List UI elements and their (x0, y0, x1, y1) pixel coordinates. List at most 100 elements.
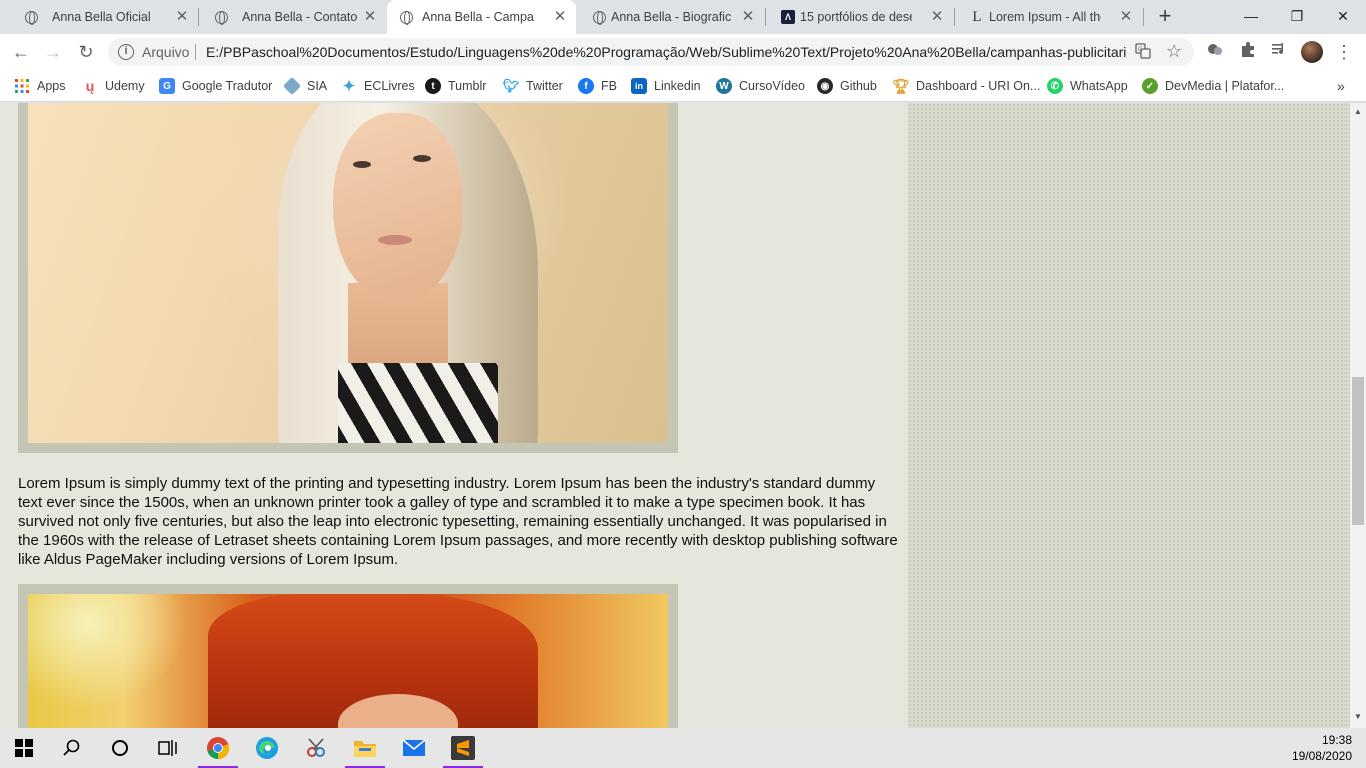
tab-anna-bella-contato[interactable]: Anna Bella - Contato ✕ (198, 0, 387, 34)
task-view-icon (158, 740, 177, 756)
bookmark-label: Apps (37, 79, 66, 93)
back-button[interactable]: ← (9, 40, 33, 64)
bookmark-label: Github (840, 79, 877, 93)
file-explorer-taskbar-button[interactable] (341, 728, 389, 768)
tab-lorem-ipsum[interactable]: L Lorem Ipsum - All the facts ✕ (954, 0, 1143, 34)
facebook-icon: f (578, 78, 594, 94)
bookmark-devmedia[interactable]: ✓ DevMedia | Platafor... (1142, 77, 1284, 95)
bookmark-eclivres[interactable]: ✦ ECLivres (341, 77, 415, 95)
search-button[interactable] (48, 728, 96, 768)
more-bookmarks-button[interactable]: » (1337, 77, 1345, 95)
globe-icon (24, 10, 38, 25)
system-clock[interactable]: 19:38 19/08/2020 (1290, 732, 1352, 764)
tab-title: Anna Bella - Campanhas (422, 10, 534, 24)
restore-button[interactable]: ❐ (1274, 2, 1320, 30)
bookmark-star-icon[interactable]: ☆ (1166, 41, 1182, 62)
campaign-photo-redhead-woman (28, 594, 668, 728)
uri-icon: 🏆︎ (892, 77, 910, 94)
url-text[interactable]: E:/PBPaschoal%20Documentos/Estudo/Lingua… (206, 44, 1126, 60)
sublime-text-taskbar-button[interactable] (439, 728, 487, 768)
bookmark-label: FB (601, 79, 617, 93)
bookmark-uri-dashboard[interactable]: 🏆︎ Dashboard - URI On... (892, 77, 1040, 95)
extension-icon[interactable] (1203, 40, 1227, 64)
puzzle-extensions-icon[interactable] (1236, 40, 1260, 64)
close-icon[interactable]: ✕ (929, 9, 945, 25)
lipsum-icon: L (972, 8, 982, 25)
apps-grid-icon (14, 78, 30, 94)
photo-eye (353, 161, 371, 168)
tab-strip: Anna Bella Oficial ✕ Anna Bella - Contat… (0, 0, 1366, 34)
close-icon[interactable]: ✕ (174, 9, 190, 25)
task-view-button[interactable] (144, 728, 192, 768)
bookmark-udemy[interactable]: ų Udemy (82, 77, 145, 95)
wordpress-icon: W (716, 78, 732, 94)
omnibox-separator (195, 44, 196, 60)
bookmark-sia[interactable]: SIA (282, 76, 328, 96)
github-icon: ◉ (817, 78, 833, 94)
tab-separator (1143, 8, 1144, 26)
bookmark-github[interactable]: ◉ Github (817, 77, 877, 95)
tab-anna-bella-biografica[interactable]: Anna Bella - Biografica ✕ (576, 0, 765, 34)
chrome-taskbar-button[interactable] (194, 728, 242, 768)
bookmark-twitter[interactable]: 🐦︎ Twitter (503, 77, 563, 95)
bookmark-whatsapp[interactable]: ✆ WhatsApp (1047, 77, 1128, 95)
globe-icon (399, 10, 413, 25)
tab-title: 15 portfólios de desenvolvedores (800, 10, 912, 24)
close-icon[interactable]: ✕ (1118, 9, 1134, 25)
info-icon[interactable]: i (118, 44, 134, 60)
close-icon[interactable]: ✕ (740, 9, 756, 25)
close-icon[interactable]: ✕ (362, 9, 378, 25)
bookmark-google-tradutor[interactable]: G Google Tradutor (159, 77, 272, 95)
translate-icon[interactable]: G (1134, 43, 1152, 61)
vertical-scrollbar[interactable]: ▲ ▼ (1350, 103, 1366, 728)
bookmark-label: Google Tradutor (182, 79, 273, 93)
photo-lips (378, 235, 412, 245)
photo-face (333, 113, 463, 303)
folder-icon (354, 741, 376, 757)
media-control-icon[interactable] (1267, 40, 1291, 64)
tab-title: Lorem Ipsum - All the facts (989, 10, 1101, 24)
cortana-circle-icon (112, 740, 128, 756)
sublime-text-icon (451, 736, 475, 760)
scroll-up-arrow-icon[interactable]: ▲ (1354, 107, 1362, 116)
bookmark-label: WhatsApp (1070, 79, 1128, 93)
bookmark-label: CursoVídeo (739, 79, 806, 93)
edge-taskbar-button[interactable] (243, 728, 291, 768)
windows-icon (15, 739, 33, 757)
campaign-photo-blonde-woman (28, 103, 668, 443)
bookmark-apps[interactable]: Apps (14, 77, 66, 95)
bookmark-cursovideo[interactable]: W CursoVídeo (716, 77, 805, 95)
clock-date: 19/08/2020 (1291, 749, 1352, 763)
globe-icon (214, 10, 228, 25)
forward-button[interactable]: → (41, 40, 65, 64)
clock-time: 19:38 (1321, 733, 1352, 747)
bookmark-linkedin[interactable]: in Linkedin (631, 77, 701, 95)
cortana-button[interactable] (96, 728, 144, 768)
campaign-photo-frame (18, 584, 678, 728)
close-icon[interactable]: ✕ (552, 9, 568, 25)
bookmark-tumblr[interactable]: t Tumblr (425, 77, 486, 95)
snipping-tool-taskbar-button[interactable] (292, 728, 340, 768)
minimize-button[interactable]: — (1228, 2, 1274, 30)
bookmark-label: DevMedia | Platafor... (1165, 79, 1285, 93)
mail-taskbar-button[interactable] (390, 728, 438, 768)
tab-portfolios[interactable]: Λ 15 portfólios de desenvolvedores ✕ (765, 0, 954, 34)
page-viewport: Lorem Ipsum is simply dummy text of the … (0, 103, 1350, 728)
whatsapp-icon: ✆ (1047, 78, 1063, 94)
scheme-label: Arquivo (142, 44, 190, 60)
new-tab-button[interactable]: + (1155, 5, 1175, 27)
close-window-button[interactable]: ✕ (1320, 2, 1366, 30)
start-button[interactable] (0, 728, 48, 768)
bookmark-label: SIA (307, 79, 328, 93)
tab-anna-bella-campanhas[interactable]: Anna Bella - Campanhas ✕ (387, 0, 576, 34)
tab-anna-bella-oficial[interactable]: Anna Bella Oficial ✕ (8, 0, 198, 34)
bookmark-fb[interactable]: f FB (578, 77, 617, 95)
scroll-down-arrow-icon[interactable]: ▼ (1354, 712, 1362, 721)
reload-button[interactable]: ↻ (74, 40, 98, 64)
profile-avatar[interactable] (1300, 40, 1324, 64)
scrollbar-thumb[interactable] (1352, 377, 1364, 525)
search-icon (63, 739, 80, 756)
menu-icon[interactable]: ⋮ (1332, 40, 1356, 64)
address-bar[interactable]: i Arquivo E:/PBPaschoal%20Documentos/Est… (108, 38, 1194, 66)
globe-icon (592, 10, 606, 25)
